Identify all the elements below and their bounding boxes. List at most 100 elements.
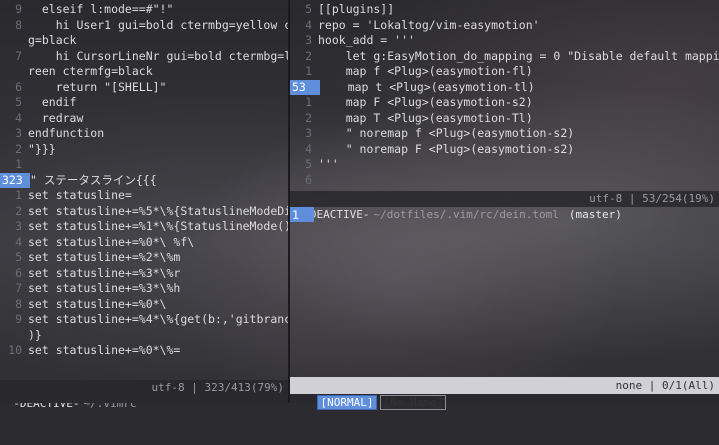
- line-number: 2: [15, 141, 22, 156]
- code-line[interactable]: 2 "}}}: [0, 142, 288, 158]
- code-text: elseif l:mode==#"!": [28, 2, 174, 16]
- code-line[interactable]: 1: [0, 157, 288, 173]
- line-number: 7: [15, 281, 22, 295]
- code-line[interactable]: 7 hi CursorLineNr gui=bold ctermbg=light…: [0, 49, 288, 65]
- line-number: 6: [305, 172, 312, 187]
- code-text: set statusline+=%0*\%=: [28, 343, 181, 357]
- code-line[interactable]: g=black: [0, 33, 288, 49]
- line-number: 4: [15, 110, 22, 125]
- code-line[interactable]: 5 ''': [290, 157, 719, 173]
- line-number: 5: [15, 95, 22, 109]
- line-number: 9: [15, 2, 22, 16]
- current-line-number: 53: [290, 79, 320, 95]
- code-line[interactable]: 1 map f <Plug>(easymotion-fl): [290, 64, 719, 80]
- code-text: reen ctermfg=black: [28, 64, 153, 78]
- code-text: endfunction: [28, 126, 105, 140]
- code-text: [[plugins]]: [318, 2, 395, 16]
- line-number: 8: [15, 296, 22, 311]
- code-text: map f <Plug>(easymotion-fl): [318, 64, 533, 78]
- code-line[interactable]: 5 set statusline+=%2*\%m: [0, 250, 288, 266]
- line-number: 1: [15, 157, 22, 171]
- code-line[interactable]: 7 set statusline+=%3*\%h: [0, 281, 288, 297]
- code-line[interactable]: 8 hi User1 gui=bold ctermbg=yellow cterm…: [0, 18, 288, 34]
- line-number: 4: [15, 234, 22, 249]
- code-text: set statusline+=%3*\%r: [28, 265, 181, 280]
- code-text: ''': [318, 157, 339, 171]
- right-editor-pane[interactable]: 5 [[plugins]] 4 repo = 'Lokaltog/vim-easymo…: [290, 0, 719, 403]
- code-line[interactable]: 3 hook_add = ''': [290, 33, 719, 49]
- code-line[interactable]: 3 endfunction: [0, 126, 288, 142]
- code-line[interactable]: 6 set statusline+=%3*\%r: [0, 266, 288, 282]
- code-line[interactable]: 9 elseif l:mode==#"!": [0, 2, 288, 18]
- code-line[interactable]: 5 [[plugins]]: [290, 2, 719, 18]
- code-line[interactable]: 3 " noremap f <Plug>(easymotion-s2): [290, 126, 719, 142]
- line-number: 10: [8, 343, 22, 357]
- code-line[interactable]: 6: [290, 173, 719, 189]
- code-text: "}}}: [28, 141, 56, 156]
- code-line[interactable]: reen ctermfg=black: [0, 64, 288, 80]
- line-number: 5: [305, 157, 312, 171]
- code-line[interactable]: 53 map t <Plug>(easymotion-tl): [290, 79, 719, 95]
- code-text: set statusline+=%2*\%m: [28, 250, 181, 264]
- code-text: redraw: [28, 110, 84, 125]
- line-number: 5: [305, 2, 312, 16]
- code-line[interactable]: 4 set statusline+=%0*\ %f\: [0, 235, 288, 251]
- code-text: " ステータスライン{{{: [30, 172, 157, 187]
- code-line[interactable]: 323 " ステータスライン{{{: [0, 172, 288, 188]
- line-number: 7: [15, 48, 22, 63]
- line-number: 2: [305, 110, 312, 125]
- line-number: 2: [305, 48, 312, 63]
- code-text: set statusline+=%1*\%{StatuslineMode()}: [28, 219, 288, 233]
- code-text: set statusline+=%4*\%{get(b:,'gitbranch'…: [28, 312, 288, 326]
- code-line[interactable]: 4 " noremap F <Plug>(easymotion-s2): [290, 142, 719, 158]
- line-number: 3: [15, 219, 22, 233]
- code-line[interactable]: 4 repo = 'Lokaltog/vim-easymotion': [290, 18, 719, 34]
- code-text: return "[SHELL]": [28, 79, 167, 94]
- current-line-number: 323: [0, 172, 30, 188]
- line-number: 4: [305, 17, 312, 32]
- line-number: 3: [15, 126, 22, 140]
- line-number: 5: [15, 250, 22, 264]
- code-text: set statusline+=%0*\ %f\: [28, 234, 195, 249]
- code-line[interactable]: 4 redraw: [0, 111, 288, 127]
- code-text: " noremap F <Plug>(easymotion-s2): [318, 141, 575, 156]
- line-number: 9: [15, 312, 22, 326]
- code-line[interactable]: 2 set statusline+=%5*\%{StatuslineModeDi(…: [0, 204, 288, 220]
- line-number: 3: [305, 126, 312, 140]
- line-number: 8: [15, 17, 22, 32]
- code-text: repo = 'Lokaltog/vim-easymotion': [318, 17, 540, 32]
- code-text: map T <Plug>(easymotion-Tl): [318, 110, 533, 125]
- code-line[interactable]: )}: [0, 328, 288, 344]
- code-line[interactable]: 5 endif: [0, 95, 288, 111]
- code-text: set statusline+=%5*\%{StatuslineModeDi()…: [28, 203, 288, 218]
- code-text: set statusline=: [28, 188, 132, 202]
- code-line[interactable]: 10 set statusline+=%0*\%=: [0, 343, 288, 359]
- line-number: 6: [15, 265, 22, 280]
- line-number: 6: [15, 79, 22, 94]
- code-line[interactable]: 1 map F <Plug>(easymotion-s2): [290, 95, 719, 111]
- code-text: hook_add = ''': [318, 33, 415, 47]
- code-text: map F <Plug>(easymotion-s2): [318, 95, 533, 109]
- code-text: hi CursorLineNr gui=bold ctermbg=lightg: [55, 48, 288, 63]
- code-line[interactable]: 8 set statusline+=%0*\: [0, 297, 288, 313]
- code-line[interactable]: 9 set statusline+=%4*\%{get(b:,'gitbranch…: [0, 312, 288, 328]
- code-text: hi User1 gui=bold ctermbg=yellow ctermf: [55, 17, 288, 32]
- code-text: g=black: [28, 33, 77, 47]
- code-line[interactable]: 2 let g:EasyMotion_do_mapping = 0 "Disab…: [290, 49, 719, 65]
- code-text: set statusline+=%3*\%h: [28, 281, 181, 295]
- code-text: map t <Plug>(easymotion-tl): [320, 79, 535, 94]
- code-line[interactable]: 1 set statusline=: [0, 188, 288, 204]
- line-number: 1: [15, 188, 22, 202]
- line-number: 2: [15, 203, 22, 218]
- code-line[interactable]: 2 map T <Plug>(easymotion-Tl): [290, 111, 719, 127]
- code-text: set statusline+=%0*\: [28, 296, 167, 311]
- line-number: 4: [305, 141, 312, 156]
- vertical-split-divider[interactable]: [288, 0, 290, 403]
- code-text: endif: [28, 95, 77, 109]
- code-text: " noremap f <Plug>(easymotion-s2): [318, 126, 575, 140]
- line-number: 3: [305, 33, 312, 47]
- code-line[interactable]: 3 set statusline+=%1*\%{StatuslineMode()}: [0, 219, 288, 235]
- code-line[interactable]: 6 return "[SHELL]": [0, 80, 288, 96]
- left-editor-pane[interactable]: 9 elseif l:mode==#"!" 8 hi User1 gui=bold…: [0, 0, 288, 403]
- line-number: 1: [305, 64, 312, 78]
